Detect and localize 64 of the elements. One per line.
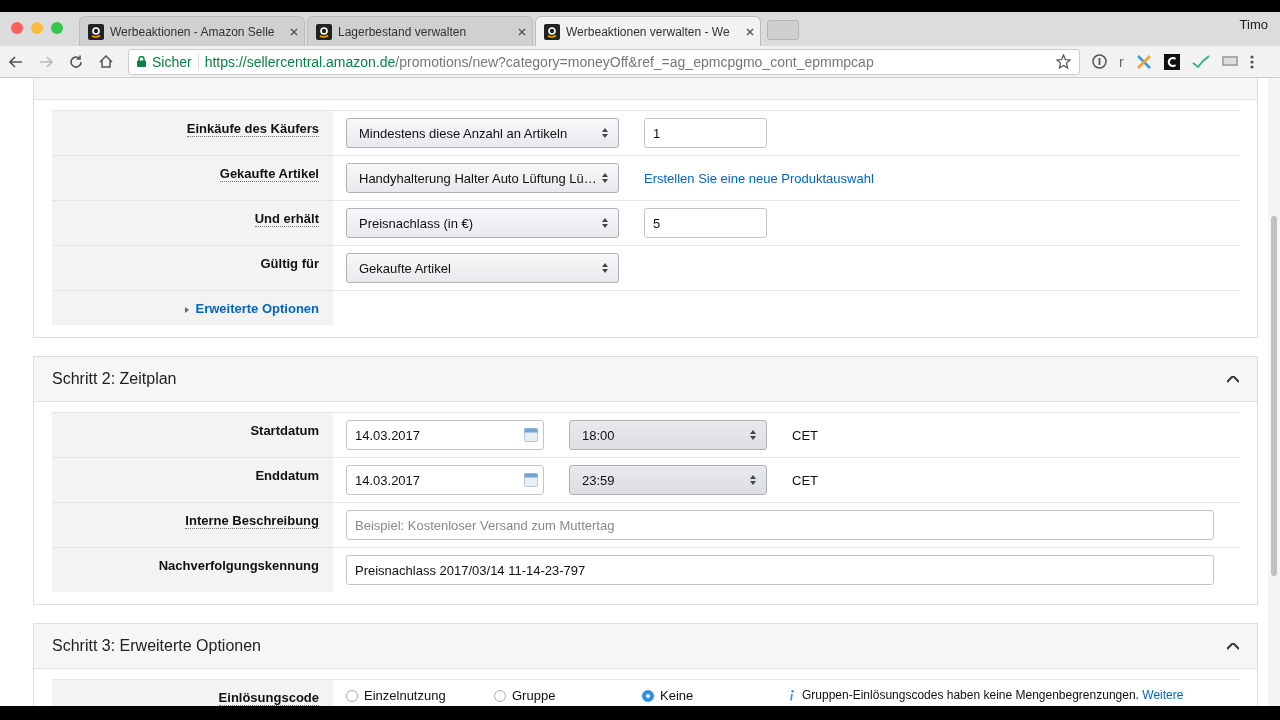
star-icon[interactable] xyxy=(1056,54,1071,69)
extension-button[interactable]: r xyxy=(1119,53,1124,70)
site-icon xyxy=(544,23,560,40)
field-label: Und erhält xyxy=(254,211,319,227)
text-field[interactable]: Beispiel: Kostenloser Versand zum Muttertag xyxy=(346,510,1214,540)
more-link[interactable]: Weitere xyxy=(1142,688,1184,702)
dropdown[interactable]: 23:59 xyxy=(569,465,767,495)
field-label: Enddatum xyxy=(255,468,319,483)
info-icon xyxy=(790,689,794,701)
browser-tab[interactable]: Werbeaktionen - Amazon Selle xyxy=(79,16,305,46)
radio-option[interactable]: Keine xyxy=(642,688,790,703)
number-field[interactable]: 5 xyxy=(644,208,767,238)
text-field[interactable]: Preisnachlass 2017/03/14 11-14-23-797 xyxy=(346,555,1214,585)
chevron-icon[interactable] xyxy=(1227,375,1239,383)
field-label: Gültig für xyxy=(260,256,319,271)
timezone-label: CET xyxy=(792,472,818,488)
section-title: Schritt 3: Erweiterte Optionen xyxy=(52,637,261,655)
close-icon[interactable] xyxy=(518,27,526,36)
profile-name[interactable]: Timo xyxy=(1239,17,1268,32)
reload-icon[interactable] xyxy=(69,54,83,69)
radio-option[interactable]: Einzelnutzung xyxy=(346,688,494,703)
select-arrows-icon xyxy=(750,430,756,440)
field-label: Gekaufte Artikel xyxy=(219,166,319,182)
select-arrows-icon xyxy=(750,475,756,485)
number-field[interactable]: 1 xyxy=(644,118,767,148)
c-square-icon[interactable] xyxy=(1163,53,1180,70)
field-label: Einkäufe des Käufers xyxy=(186,121,319,137)
browser-tab[interactable]: Lagerbestand verwalten xyxy=(307,16,533,46)
field-label: Startdatum xyxy=(250,423,319,438)
field-label: Nachverfolgungskennung xyxy=(158,558,319,573)
section-title: Schritt 2: Zeitplan xyxy=(52,370,177,388)
date-field[interactable]: 14.03.2017 xyxy=(346,465,544,495)
info-text: Gruppen-Einlösungscodes haben keine Mengenbegrenzungen. Weitere xyxy=(802,688,1184,702)
chevron-icon[interactable] xyxy=(1227,642,1239,650)
back-icon[interactable] xyxy=(9,55,23,68)
secure-label: Sicher xyxy=(152,53,192,70)
url-text: https://sellercentral.amazon.de/promotions/new?category=moneyOff&ref_=ag_epmcpgmo_cont_epmmpcap xyxy=(204,53,874,70)
home-icon[interactable] xyxy=(99,55,113,68)
timezone-label: CET xyxy=(792,427,818,443)
address-bar[interactable]: Sicher https://sellercentral.amazon.de/promotions/new?category=moneyOff&ref_=ag_epmcpgmo_cont_epmmpcap xyxy=(128,48,1080,75)
advanced-options-toggle[interactable]: Erweiterte Optionen xyxy=(195,301,319,316)
close-icon[interactable] xyxy=(290,27,298,36)
radio-option[interactable]: Gruppe xyxy=(494,688,642,703)
lock-icon xyxy=(137,56,146,67)
date-field[interactable]: 14.03.2017 xyxy=(346,420,544,450)
triangle-icon xyxy=(185,307,190,313)
site-icon xyxy=(316,23,332,40)
new-selection-link[interactable]: Erstellen Sie eine neue Produktauswahl xyxy=(644,170,874,186)
dropdown[interactable]: 18:00 xyxy=(569,420,767,450)
close-icon[interactable] xyxy=(746,27,754,36)
dropdown[interactable]: Preisnachlass (in €) xyxy=(346,208,619,238)
field-label: Interne Beschreibung xyxy=(185,513,319,529)
browser-tab[interactable]: Werbeaktionen verwalten - We xyxy=(535,16,761,46)
select-arrows-icon xyxy=(602,173,608,183)
cross-arrows-icon[interactable] xyxy=(1135,53,1152,70)
info-circle-icon[interactable] xyxy=(1092,54,1107,69)
site-icon xyxy=(88,23,104,40)
select-arrows-icon xyxy=(602,218,608,228)
dropdown[interactable]: Gekaufte Artikel xyxy=(346,253,619,283)
menu-icon[interactable] xyxy=(1249,54,1254,69)
dropdown[interactable]: Mindestens diese Anzahl an Artikeln xyxy=(346,118,619,148)
dropdown[interactable]: Handyhalterung Halter Auto Lüftung Lü… xyxy=(346,163,619,193)
select-arrows-icon xyxy=(602,263,608,273)
select-arrows-icon xyxy=(602,128,608,138)
